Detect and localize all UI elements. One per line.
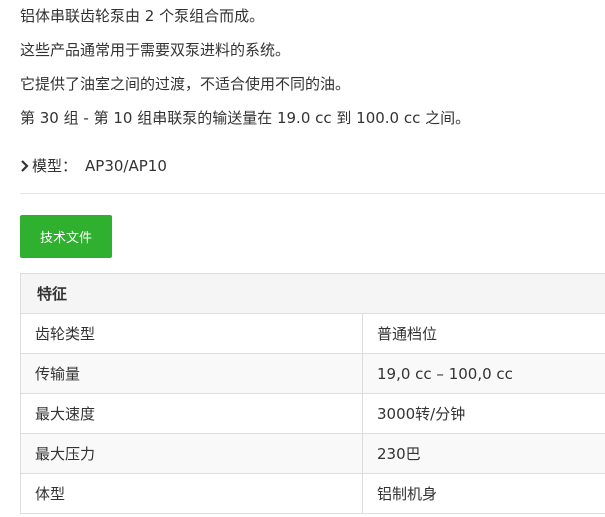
features-table-header-row: 特征 [20, 273, 605, 314]
feature-key: 齿轮类型 [20, 313, 363, 354]
feature-key: 最大压力 [20, 433, 363, 474]
section-divider [20, 193, 605, 194]
feature-value: 3000转/分钟 [362, 393, 605, 434]
feature-value: 230巴 [362, 433, 605, 474]
table-row: 传输量 19,0 cc – 100,0 cc [20, 353, 605, 394]
technical-document-button[interactable]: 技术文件 [20, 215, 112, 258]
description-line-1: 铝体串联齿轮泵由 2 个泵组合而成。 [20, 7, 265, 25]
description-line-4: 第 30 组 - 第 10 组串联泵的输送量在 19.0 cc 到 100.0 … [20, 109, 471, 127]
features-table: 特征 齿轮类型 普通档位 传输量 19,0 cc – 100,0 cc 最大速度… [20, 273, 605, 514]
feature-key: 传输量 [20, 353, 363, 394]
table-row: 最大速度 3000转/分钟 [20, 393, 605, 434]
model-item: 模型： AP30/AP10 [20, 156, 167, 176]
model-value: AP30/AP10 [85, 157, 167, 175]
chevron-right-icon [21, 160, 29, 172]
table-row: 最大压力 230巴 [20, 433, 605, 474]
feature-key: 体型 [20, 473, 363, 514]
feature-value: 普通档位 [362, 313, 605, 354]
feature-value: 铝制机身 [362, 473, 605, 514]
feature-key: 最大速度 [20, 393, 363, 434]
table-row: 齿轮类型 普通档位 [20, 313, 605, 354]
feature-value: 19,0 cc – 100,0 cc [362, 353, 605, 394]
features-table-header: 特征 [20, 273, 605, 314]
description-line-2: 这些产品通常用于需要双泵进料的系统。 [20, 41, 291, 59]
table-row: 体型 铝制机身 [20, 473, 605, 514]
model-label: 模型： [32, 157, 78, 175]
description-line-3: 它提供了油室之间的过渡，不适合使用不同的油。 [20, 75, 351, 93]
